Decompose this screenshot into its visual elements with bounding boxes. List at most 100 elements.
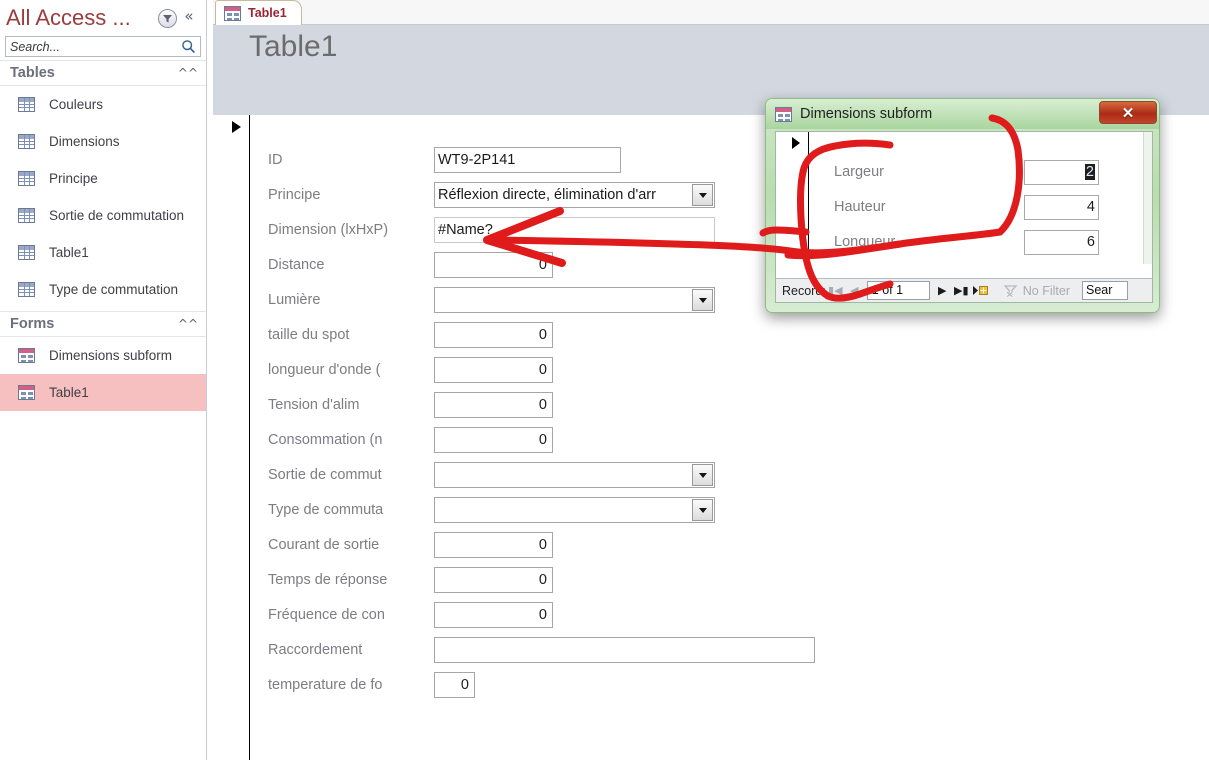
field-input-dimension[interactable]: #Name? (434, 217, 715, 243)
document-tab-strip: Table1 (213, 0, 1209, 25)
field-label: ID (268, 152, 283, 168)
subform-title: Dimensions subform (800, 106, 933, 122)
field-input-type-de-commutation[interactable] (434, 497, 715, 523)
nav-first-icon[interactable]: ▮◀ (826, 280, 845, 302)
close-icon[interactable]: ✕ (1099, 101, 1157, 124)
subform-vertical-scrollbar[interactable] (1143, 132, 1152, 264)
navigation-pane-title: All Access ... (6, 5, 131, 30)
field-label: Raccordement (268, 642, 363, 658)
field-label: Fréquence de con (268, 607, 385, 623)
nav-group-label: Tables (10, 65, 55, 81)
field-label: Longueur (834, 234, 896, 250)
sidebar-item-dimensions[interactable]: Dimensions (0, 123, 206, 160)
page-title: Table1 (249, 30, 338, 63)
table-icon (18, 134, 35, 149)
dimensions-subform-window[interactable]: Dimensions subform ✕ Largeur 2 Hauteur 4… (765, 98, 1160, 313)
field-input-longueur[interactable]: 6 (1024, 230, 1099, 255)
form-icon (18, 348, 35, 363)
sidebar-item-couleurs[interactable]: Couleurs (0, 86, 206, 123)
field-input-lumiere[interactable] (434, 287, 715, 313)
double-chevron-left-icon[interactable]: « (178, 7, 200, 29)
subform-titlebar[interactable]: Dimensions subform ✕ (766, 99, 1159, 129)
nav-last-icon[interactable]: ▶▮ (952, 280, 971, 302)
sidebar-item-label: Principe (49, 171, 98, 186)
record-number-input[interactable]: 1 of 1 (866, 281, 930, 300)
field-label: temperature de fo (268, 677, 383, 693)
field-label: Principe (268, 187, 321, 203)
sidebar-item-principe[interactable]: Principe (0, 160, 206, 197)
chevron-up-icon[interactable]: ^^ (178, 66, 198, 80)
table-icon (18, 97, 35, 112)
search-input[interactable] (6, 37, 176, 56)
subform-detail-section: Largeur 2 Hauteur 4 Longueur 6 Record: ▮… (775, 131, 1153, 303)
nav-next-icon[interactable]: ▶ (933, 280, 952, 302)
field-input-principe[interactable]: Réflexion directe, élimination d'arr (434, 182, 715, 208)
field-input-longueur-d-onde[interactable]: 0 (434, 357, 553, 383)
sidebar-item-sortie-de-commutation[interactable]: Sortie de commutation (0, 197, 206, 234)
field-input-taille-du-spot[interactable]: 0 (434, 322, 553, 348)
navigation-search-box[interactable] (5, 36, 201, 57)
navigation-pane-header: All Access ... « (0, 0, 206, 36)
chevron-down-icon[interactable] (692, 464, 713, 486)
filter-off-icon (1003, 284, 1019, 298)
field-input-temps-de-reponse[interactable]: 0 (434, 567, 553, 593)
tab-label: Table1 (248, 6, 287, 20)
form-icon (18, 385, 35, 400)
field-label: Consommation (n (268, 432, 383, 448)
field-input-frequence-de-commutation[interactable]: 0 (434, 602, 553, 628)
sidebar-item-label: Table1 (49, 385, 89, 400)
record-arrow-icon (232, 121, 241, 133)
field-label: Tension d'alim (268, 397, 360, 413)
field-input-id[interactable]: WT9-2P141 (434, 147, 621, 173)
sidebar-item-label: Couleurs (49, 97, 104, 112)
field-input-hauteur[interactable]: 4 (1024, 195, 1099, 220)
tab-table1[interactable]: Table1 (215, 0, 302, 25)
chevron-down-icon[interactable] (692, 499, 713, 521)
record-navigation-bar: Record: ▮◀ ◀ 1 of 1 ▶ ▶▮ No Filter Sear (776, 278, 1152, 302)
field-input-tension-d-alim[interactable]: 0 (434, 392, 553, 418)
field-input-courant-de-sortie[interactable]: 0 (434, 532, 553, 558)
sidebar-item-label: Table1 (49, 245, 89, 260)
field-input-consommation[interactable]: 0 (434, 427, 553, 453)
field-input-temperature-de-fonctionnement[interactable]: 0 (434, 672, 475, 698)
field-input-sortie-de-commutation[interactable] (434, 462, 715, 488)
field-label: taille du spot (268, 327, 350, 343)
navigation-pane: All Access ... « Search... Tables ^^ Cou… (0, 0, 207, 760)
field-label: Temps de réponse (268, 572, 388, 588)
record-search-input[interactable]: Sear (1082, 281, 1129, 300)
field-label: Type de commuta (268, 502, 384, 518)
subform-record-selector-column[interactable] (784, 132, 809, 264)
field-label: Distance (268, 257, 325, 273)
form-icon (224, 5, 241, 21)
table-icon (18, 208, 35, 223)
magnifier-icon[interactable] (176, 39, 200, 54)
filter-dropdown-icon[interactable] (156, 7, 178, 29)
nav-group-header-forms[interactable]: Forms ^^ (0, 311, 206, 337)
access-application-window: All Access ... « Search... Tables ^^ Cou… (0, 0, 1209, 760)
field-input-largeur[interactable]: 2 (1024, 160, 1099, 185)
chevron-down-icon[interactable] (692, 184, 713, 206)
field-label: Dimension (lxHxP) (268, 222, 389, 238)
field-input-distance[interactable]: 0 (434, 252, 553, 278)
sidebar-item-label: Dimensions subform (49, 348, 173, 363)
chevron-up-icon[interactable]: ^^ (178, 317, 198, 331)
filter-status[interactable]: No Filter (1003, 284, 1070, 298)
table-icon (18, 282, 35, 297)
sidebar-item-table1-form[interactable]: Table1 (0, 374, 206, 411)
form-icon (775, 106, 792, 122)
record-nav-label: Record: (782, 283, 826, 298)
sidebar-item-table1-table[interactable]: Table1 (0, 234, 206, 271)
sidebar-item-label: Type de commutation (49, 282, 179, 297)
nav-new-record-icon[interactable] (971, 280, 990, 302)
field-input-raccordement[interactable] (434, 637, 815, 663)
nav-group-label: Forms (10, 316, 55, 332)
field-label: Courant de sortie (268, 537, 380, 553)
nav-prev-icon[interactable]: ◀ (845, 280, 864, 302)
chevron-down-icon[interactable] (692, 289, 713, 311)
sidebar-item-label: Dimensions (49, 134, 120, 149)
sidebar-item-dimensions-subform[interactable]: Dimensions subform (0, 337, 206, 374)
record-selector-column[interactable] (225, 115, 250, 760)
nav-group-header-tables[interactable]: Tables ^^ (0, 60, 206, 86)
sidebar-item-type-de-commutation[interactable]: Type de commutation (0, 271, 206, 308)
field-label: Sortie de commut (268, 467, 382, 483)
